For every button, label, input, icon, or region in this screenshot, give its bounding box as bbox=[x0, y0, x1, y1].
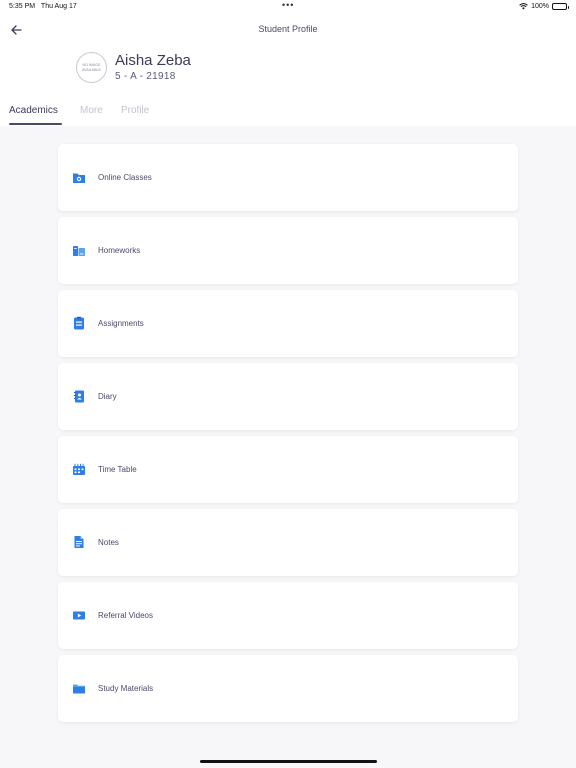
status-clock: 5:35 PM bbox=[9, 3, 36, 10]
home-indicator[interactable] bbox=[200, 760, 377, 763]
multitasking-dots[interactable]: ••• bbox=[282, 0, 294, 10]
menu-item-diary[interactable]: Diary bbox=[58, 363, 518, 430]
menu-item-label: Diary bbox=[98, 392, 117, 401]
active-tab-indicator bbox=[9, 123, 62, 125]
menu-item-study-materials[interactable]: Study Materials bbox=[58, 655, 518, 722]
tab-academics[interactable]: Academics bbox=[9, 105, 58, 116]
status-right: 100% bbox=[519, 3, 569, 10]
wifi-icon bbox=[519, 3, 528, 10]
online-classes-icon bbox=[73, 173, 85, 183]
battery-icon bbox=[552, 3, 569, 10]
menu-item-assignments[interactable]: Assignments bbox=[58, 290, 518, 357]
menu-item-label: Homeworks bbox=[98, 246, 141, 255]
menu-item-online-classes[interactable]: Online Classes bbox=[58, 144, 518, 211]
tab-profile[interactable]: Profile bbox=[121, 105, 149, 116]
tab-bar: Academics More Profile bbox=[0, 104, 576, 126]
time-table-icon bbox=[73, 463, 85, 475]
study-materials-icon bbox=[73, 684, 85, 694]
diary-icon bbox=[74, 390, 84, 403]
assignments-icon bbox=[74, 316, 84, 330]
menu-item-label: Study Materials bbox=[98, 684, 154, 693]
referral-videos-icon bbox=[73, 611, 85, 620]
notes-icon bbox=[74, 536, 84, 548]
menu-item-referral-videos[interactable]: Referral Videos bbox=[58, 582, 518, 649]
avatar-placeholder-text: NO IMAGE AVAILABLE bbox=[82, 63, 101, 72]
battery-percent: 100% bbox=[531, 3, 549, 10]
status-date: Thu Aug 17 bbox=[40, 3, 77, 10]
menu-item-label: Notes bbox=[98, 538, 119, 547]
avatar: NO IMAGE AVAILABLE bbox=[76, 52, 107, 83]
student-class-info: 5 - A - 21918 bbox=[115, 71, 176, 82]
homeworks-icon bbox=[73, 246, 85, 256]
tab-more[interactable]: More bbox=[80, 105, 103, 116]
student-name: Aisha Zeba bbox=[115, 52, 191, 69]
menu-item-label: Referral Videos bbox=[98, 611, 153, 620]
menu-item-label: Online Classes bbox=[98, 173, 152, 182]
status-time: 5:35 PM Thu Aug 17 bbox=[9, 3, 77, 10]
menu-item-label: Time Table bbox=[98, 465, 137, 474]
menu-item-label: Assignments bbox=[98, 319, 144, 328]
status-bar: 5:35 PM Thu Aug 17 ••• 100% bbox=[0, 0, 576, 14]
menu-item-time-table[interactable]: Time Table bbox=[58, 436, 518, 503]
page-title: Student Profile bbox=[258, 24, 318, 34]
menu-item-homeworks[interactable]: Homeworks bbox=[58, 217, 518, 284]
menu-item-notes[interactable]: Notes bbox=[58, 509, 518, 576]
